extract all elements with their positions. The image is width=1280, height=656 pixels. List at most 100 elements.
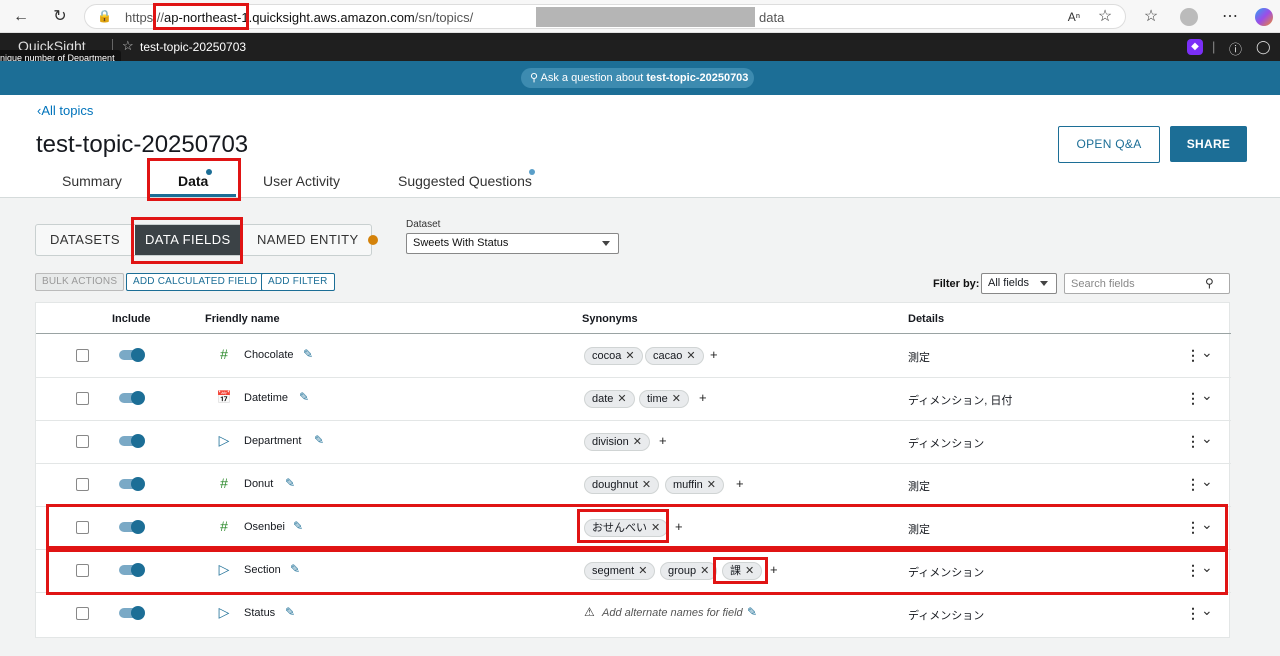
divider: |	[1212, 39, 1216, 54]
status-dot	[368, 235, 378, 245]
edit-pencil-icon[interactable]: ✎	[285, 476, 295, 490]
row-checkbox[interactable]	[76, 349, 89, 362]
shield-icon[interactable]: ◆	[1187, 39, 1203, 55]
more-options-icon[interactable]: ⋮	[1186, 390, 1200, 407]
tag-icon: ▷	[218, 432, 230, 448]
filter-by-value: All fields	[988, 277, 1029, 289]
add-synonym-plus-icon[interactable]: +	[699, 390, 707, 405]
more-options-icon[interactable]: ⋮	[1186, 476, 1200, 493]
more-menu-icon[interactable]: ⋯	[1220, 7, 1240, 27]
synonym-chip: muffin ✕	[665, 476, 724, 494]
profile-avatar-icon[interactable]	[1180, 8, 1198, 26]
back-arrow-icon[interactable]: ←	[11, 7, 31, 27]
copilot-icon[interactable]	[1255, 8, 1273, 26]
field-name: Datetime	[244, 392, 289, 404]
header-divider	[36, 333, 1231, 334]
add-filter-button[interactable]: ADD FILTER	[261, 273, 335, 291]
edit-pencil-icon[interactable]: ✎	[747, 605, 757, 619]
open-qa-button[interactable]: OPEN Q&A	[1058, 126, 1160, 163]
remove-x-icon[interactable]: ✕	[707, 479, 716, 491]
table-row: ▷ Department ✎ division ✕ + ディメンション ⋮ ⌄	[36, 421, 1231, 464]
bulk-actions-button[interactable]: BULK ACTIONS	[35, 273, 125, 291]
address-bar[interactable]: 🔒 https://ap-northeast-1.quicksight.aws.…	[84, 3, 1126, 30]
tab-user-activity[interactable]: User Activity	[263, 173, 340, 189]
share-button[interactable]: SHARE	[1170, 126, 1247, 162]
warning-icon: ⚠	[584, 605, 595, 619]
synonyms-header: Synonyms	[582, 313, 638, 325]
named-entity-segment[interactable]: NAMED ENTITY	[257, 225, 359, 255]
field-details: 測定	[908, 481, 930, 493]
friendly-name-header: Friendly name	[205, 313, 280, 325]
more-options-icon[interactable]: ⋮	[1186, 605, 1200, 622]
include-toggle[interactable]	[119, 477, 145, 491]
add-synonym-plus-icon[interactable]: +	[736, 476, 744, 491]
all-topics-link[interactable]: ‹All topics	[37, 103, 93, 118]
calendar-icon: 📅	[216, 390, 232, 404]
more-options-icon[interactable]: ⋮	[1186, 347, 1200, 364]
favorite-star-icon[interactable]: ☆	[1095, 7, 1115, 27]
synonym-chip: doughnut ✕	[584, 476, 660, 494]
add-calculated-field-button[interactable]: ADD CALCULATED FIELD	[126, 273, 265, 291]
remove-x-icon[interactable]: ✕	[617, 393, 626, 405]
remove-x-icon[interactable]: ✕	[633, 436, 642, 448]
search-icon[interactable]: ⚲	[1205, 276, 1214, 290]
chevron-down-icon[interactable]: ⌄	[1201, 473, 1213, 490]
row-checkbox[interactable]	[76, 607, 89, 620]
edit-pencil-icon[interactable]: ✎	[314, 433, 324, 447]
read-aloud-icon[interactable]: Aⁿ	[1064, 7, 1084, 27]
row-checkbox[interactable]	[76, 478, 89, 491]
row-checkbox[interactable]	[76, 392, 89, 405]
field-name: Chocolate	[244, 349, 294, 361]
url-tail: data	[759, 10, 785, 25]
chevron-down-icon[interactable]: ⌄	[1201, 387, 1213, 404]
include-toggle[interactable]	[119, 434, 145, 448]
synonym-chip: time ✕	[639, 390, 689, 408]
dataset-label: Dataset	[406, 219, 441, 230]
include-toggle[interactable]	[119, 391, 145, 405]
favorites-list-icon[interactable]: ☆	[1141, 7, 1161, 27]
dataset-select[interactable]: Sweets With Status	[406, 233, 619, 254]
quicksight-app-bar: QuickSight ☆ test-topic-20250703 ◆ | ⓘ ◯	[0, 33, 1280, 61]
edit-pencil-icon[interactable]: ✎	[299, 390, 309, 404]
include-toggle[interactable]	[119, 348, 145, 362]
chevron-down-icon[interactable]: ⌄	[1201, 344, 1213, 361]
data-tab-highlight-box	[147, 158, 241, 201]
remove-x-icon[interactable]: ✕	[642, 479, 651, 491]
include-toggle[interactable]	[119, 606, 145, 620]
remove-x-icon[interactable]: ✕	[672, 393, 681, 405]
row-checkbox[interactable]	[76, 435, 89, 448]
ask-question-button[interactable]: ⚲ Ask a question about test-topic-202507…	[521, 68, 754, 88]
user-icon[interactable]: ◯	[1256, 39, 1271, 55]
filter-by-select[interactable]: All fields	[981, 273, 1057, 294]
ask-prefix: Ask a question about	[540, 72, 647, 84]
favorite-star-icon[interactable]: ☆	[122, 38, 134, 54]
help-icon[interactable]: ⓘ	[1229, 39, 1242, 58]
field-name: Donut	[244, 478, 274, 490]
remove-x-icon[interactable]: ✕	[686, 350, 695, 362]
caret-down-icon	[1040, 281, 1048, 286]
add-alternate-names-text: Add alternate names for field	[602, 607, 743, 619]
edit-pencil-icon[interactable]: ✎	[285, 605, 295, 619]
topic-header: ‹All topics test-topic-20250703 OPEN Q&A…	[0, 95, 1280, 201]
chevron-down-icon[interactable]: ⌄	[1201, 430, 1213, 447]
tab-suggested-questions[interactable]: Suggested Questions	[398, 173, 532, 189]
chevron-down-icon[interactable]: ⌄	[1201, 602, 1213, 619]
add-synonym-plus-icon[interactable]: +	[710, 347, 718, 362]
datasets-segment[interactable]: DATASETS	[50, 225, 120, 255]
refresh-icon[interactable]: ↻	[50, 7, 70, 27]
synonym-chip: cocoa ✕	[584, 347, 643, 365]
table-row: ▷ Status ✎ ⚠ Add alternate names for fie…	[36, 593, 1231, 636]
add-synonym-plus-icon[interactable]: +	[659, 433, 667, 448]
field-name: Department	[244, 435, 302, 447]
edit-pencil-icon[interactable]: ✎	[303, 347, 313, 361]
field-details: ディメンション	[908, 438, 985, 450]
hash-icon: #	[220, 346, 228, 362]
caret-down-icon	[602, 241, 610, 246]
remove-x-icon[interactable]: ✕	[625, 350, 634, 362]
more-options-icon[interactable]: ⋮	[1186, 433, 1200, 450]
tab-summary[interactable]: Summary	[62, 173, 122, 189]
redacted-url-segment	[536, 7, 755, 27]
notification-dot	[529, 169, 535, 175]
field-details: ディメンション, 日付	[908, 395, 1013, 407]
synonym-chip: division ✕	[584, 433, 650, 451]
